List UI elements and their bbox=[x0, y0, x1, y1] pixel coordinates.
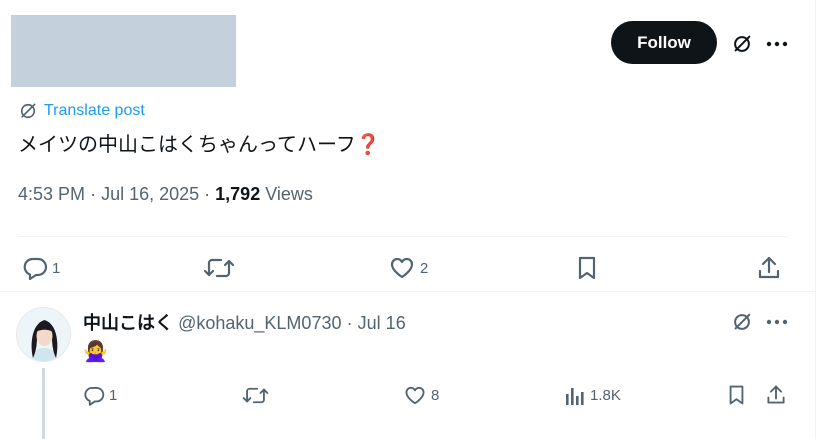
reply-count: 1 bbox=[52, 259, 61, 277]
repost-icon bbox=[242, 385, 269, 406]
repost-icon bbox=[203, 256, 235, 280]
reply-icon bbox=[83, 385, 105, 406]
thread-line bbox=[42, 368, 45, 439]
question-mark-emoji: ❓ bbox=[355, 132, 381, 156]
translate-post-link[interactable]: Translate post bbox=[18, 100, 145, 122]
heart-icon bbox=[403, 385, 427, 406]
reply-share-button[interactable] bbox=[764, 383, 788, 407]
reply-text: 🙅‍♀️ bbox=[83, 339, 108, 363]
reply-bookmark-button[interactable] bbox=[724, 383, 748, 407]
translate-post-label: Translate post bbox=[44, 102, 145, 119]
views-count: 1,792 bbox=[215, 184, 261, 204]
divider bbox=[0, 291, 815, 292]
post-metadata: 4:53 PM · Jul 16, 2025 · 1,792 Views bbox=[18, 184, 313, 205]
reply-like-button[interactable]: 8 bbox=[403, 383, 439, 407]
post-time[interactable]: 4:53 PM bbox=[18, 184, 85, 204]
bookmark-button[interactable] bbox=[573, 254, 601, 282]
meta-separator: · bbox=[204, 184, 216, 204]
redacted-header-block bbox=[11, 15, 236, 87]
views-label: Views bbox=[265, 184, 313, 204]
reply-display-name[interactable]: 中山こはく bbox=[83, 313, 173, 334]
reply-icon bbox=[22, 256, 48, 280]
more-icon[interactable] bbox=[764, 309, 790, 335]
meta-separator: · bbox=[346, 313, 353, 333]
like-count: 2 bbox=[420, 259, 429, 277]
grok-slash-icon[interactable] bbox=[729, 31, 755, 57]
divider bbox=[18, 236, 788, 237]
reply-button[interactable]: 1 bbox=[22, 254, 60, 282]
reply-count: 1 bbox=[109, 386, 118, 404]
reply-date[interactable]: Jul 16 bbox=[358, 313, 406, 333]
more-icon[interactable] bbox=[764, 31, 790, 57]
views-chart-icon bbox=[564, 385, 586, 406]
post-text: メイツの中山こはくちゃんってハーフ❓ bbox=[18, 130, 381, 158]
reply-reply-button[interactable]: 1 bbox=[83, 383, 117, 407]
reply-views-button[interactable]: 1.8K bbox=[564, 383, 621, 407]
follow-button[interactable]: Follow bbox=[611, 21, 717, 64]
like-count: 8 bbox=[431, 386, 440, 404]
reply-repost-button[interactable] bbox=[242, 383, 273, 407]
meta-separator: · bbox=[90, 184, 102, 204]
like-button[interactable]: 2 bbox=[388, 254, 428, 282]
post-date[interactable]: Jul 16, 2025 bbox=[101, 184, 199, 204]
heart-icon bbox=[388, 256, 416, 280]
grok-slash-icon[interactable] bbox=[729, 309, 755, 335]
share-icon bbox=[756, 255, 782, 281]
reply-header: 中山こはく @kohaku_KLM0730 · Jul 16 bbox=[83, 309, 406, 335]
bookmark-icon bbox=[727, 384, 746, 406]
share-icon bbox=[765, 384, 787, 406]
repost-button[interactable] bbox=[203, 254, 239, 282]
reply-handle[interactable]: @kohaku_KLM0730 bbox=[178, 313, 341, 333]
avatar[interactable] bbox=[16, 307, 71, 362]
views-count: 1.8K bbox=[590, 386, 621, 404]
bookmark-icon bbox=[576, 255, 598, 281]
post-body: メイツの中山こはくちゃんってハーフ bbox=[18, 132, 356, 156]
grok-translate-icon bbox=[18, 101, 38, 121]
share-button[interactable] bbox=[755, 254, 783, 282]
